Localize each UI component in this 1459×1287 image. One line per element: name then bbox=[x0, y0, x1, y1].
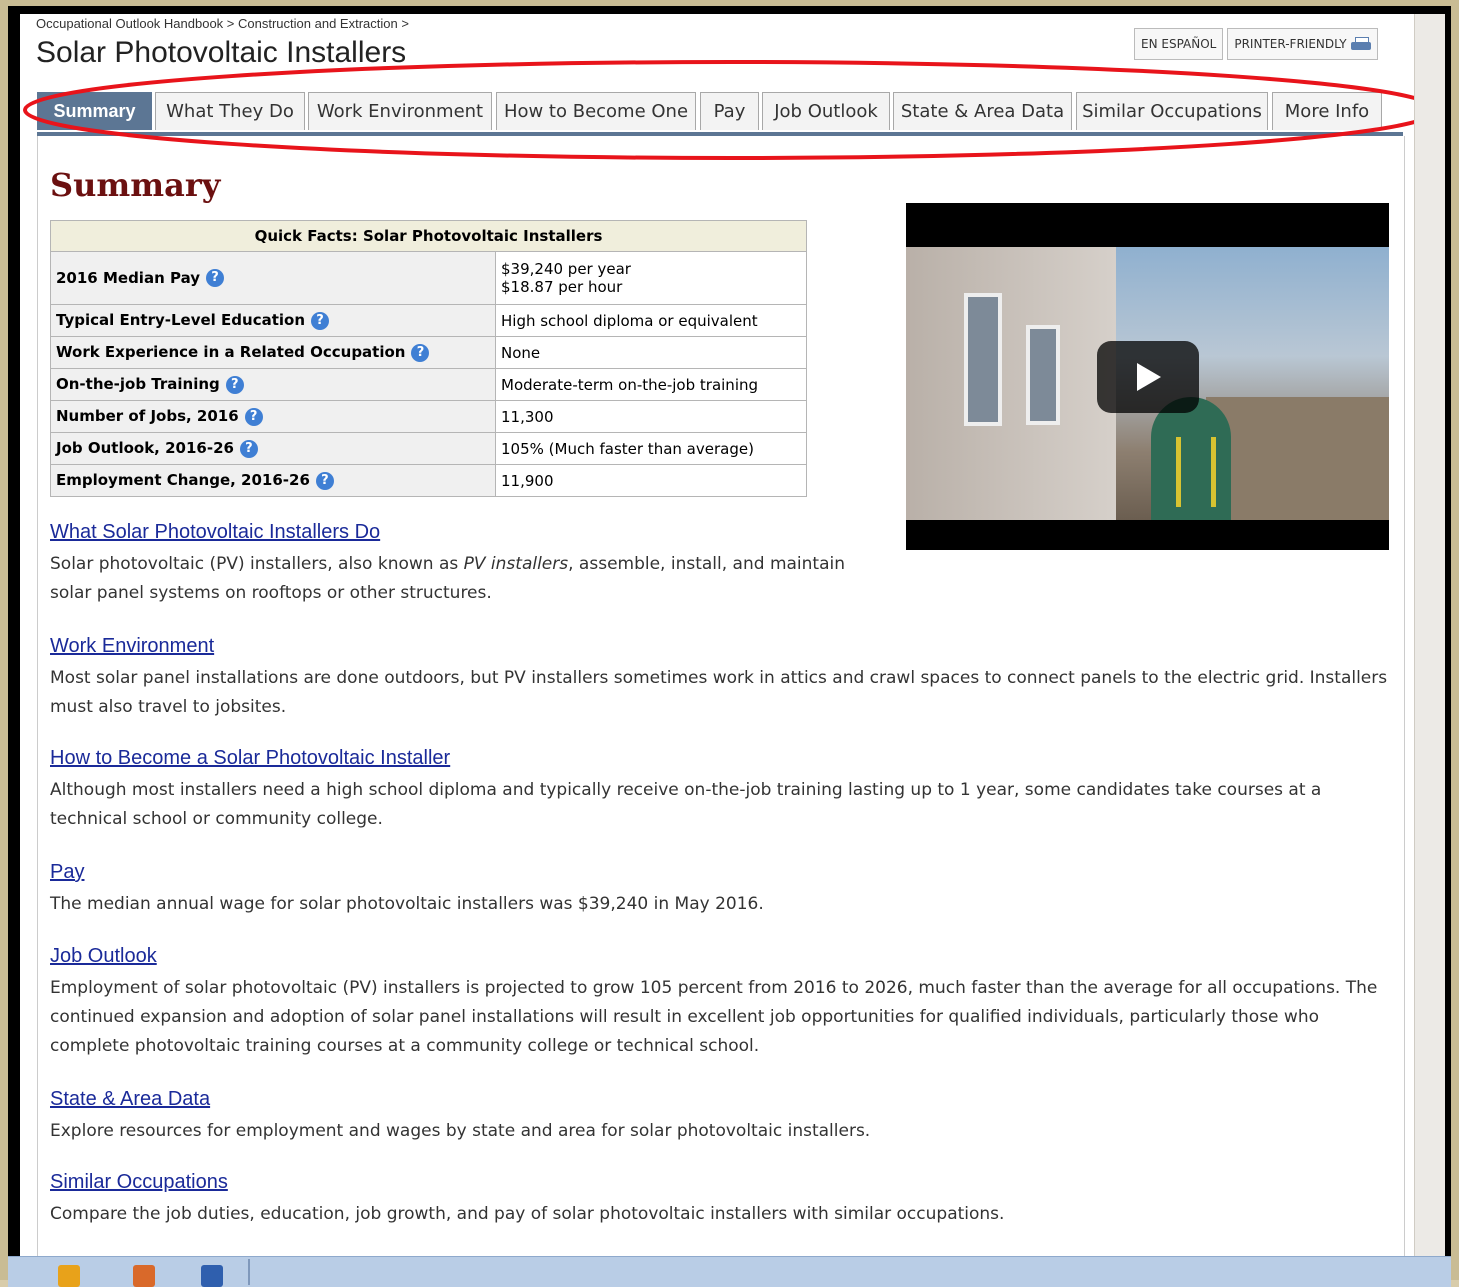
work-environment-link[interactable]: Work Environment bbox=[50, 634, 1395, 658]
tab-similar-occupations[interactable]: Similar Occupations bbox=[1076, 92, 1268, 130]
how-to-become-link[interactable]: How to Become a Solar Photovoltaic Insta… bbox=[50, 746, 1395, 770]
section-pay: Pay The median annual wage for solar pho… bbox=[50, 860, 1395, 919]
row-label: On-the-job Training? bbox=[50, 368, 496, 401]
row-label: Employment Change, 2016-26? bbox=[50, 464, 496, 497]
tab-pay[interactable]: Pay bbox=[700, 92, 759, 130]
median-pay-annual: $39,240 per year bbox=[501, 260, 631, 278]
what-they-do-text-part: Solar photovoltaic (PV) installers, also… bbox=[50, 554, 464, 574]
breadcrumb-sep: > bbox=[397, 16, 409, 31]
top-buttons: EN ESPAÑOL PRINTER-FRIENDLY bbox=[1134, 28, 1378, 60]
section-what-they-do: What Solar Photovoltaic Installers Do So… bbox=[50, 520, 880, 608]
video-player[interactable] bbox=[906, 203, 1389, 550]
breadcrumb-construction-link[interactable]: Construction and Extraction bbox=[238, 16, 398, 31]
spanish-button[interactable]: EN ESPAÑOL bbox=[1134, 28, 1224, 60]
job-outlook-label: Job Outlook, 2016-26 bbox=[56, 439, 234, 458]
tab-job-outlook[interactable]: Job Outlook bbox=[762, 92, 890, 130]
table-row: Work Experience in a Related Occupation?… bbox=[50, 336, 807, 369]
employment-change-label: Employment Change, 2016-26 bbox=[56, 471, 310, 490]
row-label: Work Experience in a Related Occupation? bbox=[50, 336, 496, 369]
row-value: Moderate-term on-the-job training bbox=[495, 368, 807, 401]
job-outlook-text: Employment of solar photovoltaic (PV) in… bbox=[50, 978, 1378, 1056]
printer-friendly-label: PRINTER-FRIENDLY bbox=[1234, 37, 1347, 51]
row-value: High school diploma or equivalent bbox=[495, 304, 807, 337]
what-they-do-text: Solar photovoltaic (PV) installers, also… bbox=[50, 550, 880, 608]
row-value: 105% (Much faster than average) bbox=[495, 432, 807, 465]
row-value: 11,900 bbox=[495, 464, 807, 497]
play-button[interactable] bbox=[1097, 341, 1199, 413]
help-icon[interactable]: ? bbox=[206, 269, 225, 288]
help-icon[interactable]: ? bbox=[225, 375, 244, 394]
breadcrumb-sep: > bbox=[223, 16, 239, 31]
play-icon bbox=[1137, 363, 1161, 391]
tab-more-info[interactable]: More Info bbox=[1272, 92, 1382, 130]
taskbar-separator bbox=[248, 1259, 250, 1285]
breadcrumb-ooh-link[interactable]: Occupational Outlook Handbook bbox=[36, 16, 223, 31]
tab-bar: Summary What They Do Work Environment Ho… bbox=[37, 92, 1403, 136]
row-label: Job Outlook, 2016-26? bbox=[50, 432, 496, 465]
tab-summary[interactable]: Summary bbox=[37, 92, 152, 130]
help-icon[interactable]: ? bbox=[244, 407, 263, 426]
quick-facts-header-row: Quick Facts: Solar Photovoltaic Installe… bbox=[50, 220, 807, 252]
tab-how-to-become-one[interactable]: How to Become One bbox=[496, 92, 696, 130]
screen-frame: Occupational Outlook Handbook > Construc… bbox=[8, 6, 1451, 1287]
pay-text: The median annual wage for solar photovo… bbox=[50, 894, 764, 914]
spanish-button-label: EN ESPAÑOL bbox=[1141, 37, 1217, 51]
table-row: Employment Change, 2016-26? 11,900 bbox=[50, 464, 807, 497]
state-area-text: Explore resources for employment and wag… bbox=[50, 1121, 871, 1141]
row-label: 2016 Median Pay? bbox=[50, 251, 496, 305]
help-icon[interactable]: ? bbox=[315, 471, 334, 490]
section-how-to-become: How to Become a Solar Photovoltaic Insta… bbox=[50, 746, 1395, 834]
help-icon[interactable]: ? bbox=[411, 343, 430, 362]
help-icon[interactable]: ? bbox=[311, 311, 330, 330]
job-outlook-link[interactable]: Job Outlook bbox=[50, 944, 1395, 968]
number-of-jobs-label: Number of Jobs, 2016 bbox=[56, 407, 239, 426]
state-area-link[interactable]: State & Area Data bbox=[50, 1087, 1395, 1111]
table-row: 2016 Median Pay? $39,240 per year $18.87 … bbox=[50, 251, 807, 305]
row-value: 11,300 bbox=[495, 400, 807, 433]
median-pay-label: 2016 Median Pay bbox=[56, 268, 201, 287]
what-they-do-emphasis: PV installers bbox=[463, 554, 569, 574]
outlook-icon[interactable] bbox=[58, 1265, 80, 1287]
training-label: On-the-job Training bbox=[56, 375, 220, 394]
row-value: $39,240 per year $18.87 per hour bbox=[495, 251, 807, 305]
table-row: Typical Entry-Level Education? High scho… bbox=[50, 304, 807, 337]
breadcrumb: Occupational Outlook Handbook > Construc… bbox=[36, 16, 409, 31]
scrollbar[interactable] bbox=[1414, 14, 1445, 1264]
tab-work-environment[interactable]: Work Environment bbox=[308, 92, 492, 130]
tab-state-area-data[interactable]: State & Area Data bbox=[893, 92, 1072, 130]
table-row: Job Outlook, 2016-26? 105% (Much faster … bbox=[50, 432, 807, 465]
browser-page: Occupational Outlook Handbook > Construc… bbox=[20, 14, 1445, 1264]
table-row: On-the-job Training? Moderate-term on-th… bbox=[50, 368, 807, 401]
powerpoint-icon[interactable] bbox=[133, 1265, 155, 1287]
pay-link[interactable]: Pay bbox=[50, 860, 1395, 884]
row-label: Number of Jobs, 2016? bbox=[50, 400, 496, 433]
quick-facts-table: Quick Facts: Solar Photovoltaic Installe… bbox=[50, 220, 807, 497]
section-state-area: State & Area Data Explore resources for … bbox=[50, 1087, 1395, 1146]
printer-icon bbox=[1350, 37, 1371, 51]
work-experience-label: Work Experience in a Related Occupation bbox=[56, 343, 406, 362]
help-icon[interactable]: ? bbox=[239, 439, 258, 458]
printer-friendly-button[interactable]: PRINTER-FRIENDLY bbox=[1227, 28, 1378, 60]
row-value: None bbox=[495, 336, 807, 369]
similar-occupations-link[interactable]: Similar Occupations bbox=[50, 1170, 1395, 1194]
quick-facts-title: Quick Facts: Solar Photovoltaic Installe… bbox=[50, 220, 807, 252]
section-similar-occupations: Similar Occupations Compare the job duti… bbox=[50, 1170, 1395, 1229]
table-row: Number of Jobs, 2016? 11,300 bbox=[50, 400, 807, 433]
summary-heading: Summary bbox=[50, 166, 221, 204]
section-job-outlook: Job Outlook Employment of solar photovol… bbox=[50, 944, 1395, 1061]
what-they-do-link[interactable]: What Solar Photovoltaic Installers Do bbox=[50, 520, 880, 544]
tab-what-they-do[interactable]: What They Do bbox=[155, 92, 305, 130]
education-label: Typical Entry-Level Education bbox=[56, 311, 306, 330]
work-environment-text: Most solar panel installations are done … bbox=[50, 668, 1388, 717]
median-pay-hourly: $18.87 per hour bbox=[501, 278, 623, 296]
section-work-environment: Work Environment Most solar panel instal… bbox=[50, 634, 1395, 722]
taskbar bbox=[8, 1256, 1451, 1287]
how-to-become-text: Although most installers need a high sch… bbox=[50, 780, 1322, 829]
similar-occupations-text: Compare the job duties, education, job g… bbox=[50, 1204, 1005, 1224]
page-title: Solar Photovoltaic Installers bbox=[36, 36, 407, 69]
word-icon[interactable] bbox=[201, 1265, 223, 1287]
row-label: Typical Entry-Level Education? bbox=[50, 304, 496, 337]
